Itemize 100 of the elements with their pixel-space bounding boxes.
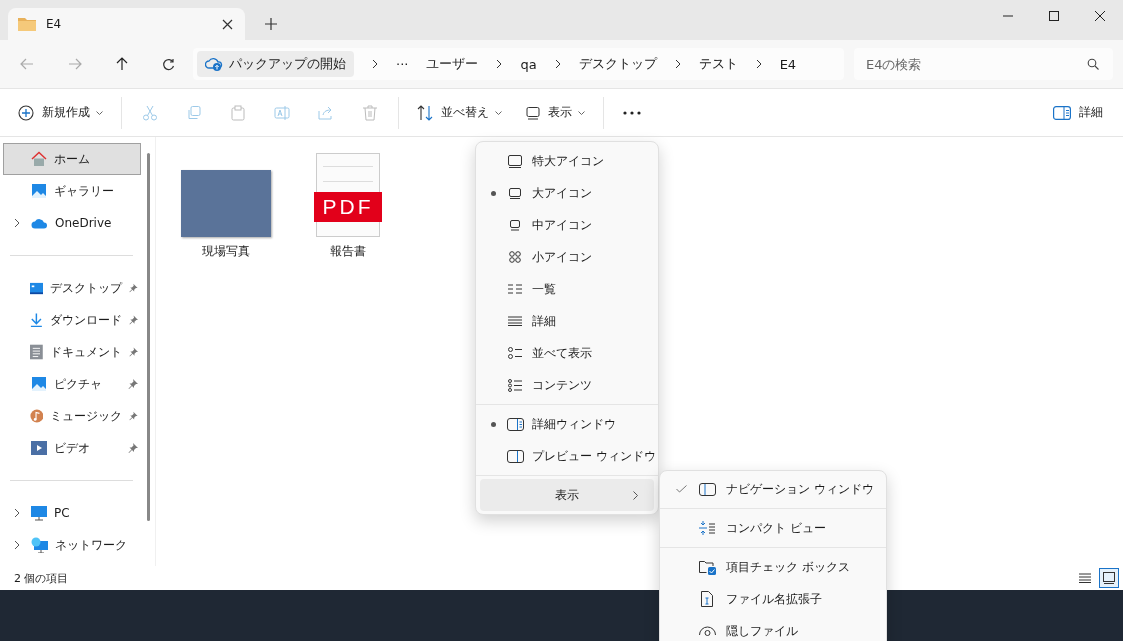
pin-icon[interactable] — [128, 443, 138, 453]
home-icon — [31, 151, 47, 167]
cloud-upload-icon — [205, 56, 223, 72]
pin-icon[interactable] — [129, 283, 138, 293]
item-count: 2 個の項目 — [14, 570, 69, 586]
copy-icon — [186, 104, 202, 121]
grid-icon — [509, 251, 521, 263]
chevron-icon — [755, 59, 762, 69]
sidebar-item[interactable]: ピクチャ — [3, 368, 141, 400]
close-icon — [1095, 11, 1105, 21]
chevron-icon[interactable] — [14, 540, 20, 550]
maximize-icon — [1049, 11, 1059, 21]
cloud-icon — [31, 217, 48, 229]
breadcrumb-item[interactable]: テスト — [698, 55, 738, 73]
toolbar-button[interactable]: 表示 — [516, 95, 595, 130]
scrollbar[interactable] — [147, 153, 150, 521]
list-icon — [508, 284, 522, 294]
chevron-icon[interactable] — [14, 218, 20, 228]
sidebar-item[interactable]: ミュージック — [3, 400, 141, 432]
search-field[interactable]: E4の検索 — [854, 48, 1113, 80]
picture-icon — [31, 376, 47, 392]
tab-title: E4 — [46, 17, 63, 31]
pdf-file-icon: PDF — [316, 153, 380, 237]
chevron-icon — [674, 59, 681, 69]
backup-button[interactable]: パックアップの開始 — [197, 51, 354, 77]
sidebar-item[interactable]: PC — [3, 497, 141, 529]
menu-item[interactable]: 並べて表示 — [480, 337, 654, 369]
pin-icon[interactable] — [128, 379, 138, 389]
plus-circle-icon — [18, 104, 34, 121]
folder-icon — [18, 17, 36, 31]
chevron-icon — [554, 59, 561, 69]
pin-icon[interactable] — [128, 315, 138, 325]
menu-item[interactable]: 詳細 — [480, 305, 654, 337]
new-tab-icon[interactable] — [265, 18, 277, 30]
sidebar-item[interactable]: ギャラリー — [3, 175, 141, 207]
breadcrumb-item[interactable]: デスクトップ — [578, 55, 657, 73]
window-tab[interactable]: E4 — [8, 8, 245, 40]
menu-item[interactable]: ナビゲーション ウィンドウ — [664, 473, 882, 505]
preview-pane-icon — [506, 449, 524, 463]
more-icon — [623, 110, 641, 115]
document-icon — [30, 344, 43, 360]
rename-icon — [274, 104, 290, 121]
sidebar-item[interactable]: OneDrive — [3, 207, 141, 239]
menu-item[interactable]: 中アイコン — [480, 209, 654, 241]
sort-icon — [417, 104, 433, 121]
view-toggle-button[interactable] — [1099, 568, 1119, 588]
chevron-icon — [372, 59, 378, 69]
download-icon — [30, 312, 43, 328]
chevron-icon — [633, 490, 638, 500]
up-icon[interactable] — [116, 57, 128, 71]
toolbar-button[interactable]: 新規作成 — [8, 95, 113, 130]
sidebar-item[interactable]: ホーム — [3, 143, 141, 175]
details-pane-icon — [1053, 105, 1071, 120]
chevron-icon[interactable] — [14, 508, 20, 518]
tiles-icon — [508, 347, 522, 359]
file-item[interactable]: 現場写真 — [178, 149, 274, 260]
menu-item[interactable]: 表示 — [480, 479, 654, 511]
breadcrumb-item[interactable]: ユーザー — [426, 55, 479, 73]
file-extension-icon — [701, 591, 713, 607]
breadcrumb-item[interactable]: E4 — [779, 56, 797, 72]
file-item[interactable]: PDF 報告書 — [300, 149, 396, 260]
sidebar-item[interactable]: ネットワーク — [3, 529, 141, 561]
details-button[interactable]: 詳細 — [1043, 95, 1113, 130]
network-icon — [31, 537, 48, 553]
picture-icon — [31, 183, 47, 199]
details-pane-icon — [506, 417, 524, 431]
menu-item[interactable]: 隠しファイル — [664, 615, 882, 641]
scissors-icon — [142, 104, 158, 121]
desktop-icon — [29, 281, 44, 295]
menu-item[interactable]: 詳細ウィンドウ — [480, 408, 654, 440]
menu-item[interactable]: コンパクト ビュー — [664, 512, 882, 544]
sidebar-item[interactable]: ドキュメント — [3, 336, 141, 368]
address-bar[interactable]: パックアップの開始 ··· ユーザー qa デスクトップ テスト E4 — [193, 48, 844, 80]
eye-icon — [698, 626, 716, 636]
breadcrumb-item[interactable]: qa — [520, 56, 537, 72]
monitor-icon — [526, 105, 540, 120]
large-icon-view-icon — [1103, 572, 1115, 584]
refresh-icon[interactable] — [162, 57, 175, 71]
breadcrumb-overflow[interactable]: ··· — [396, 56, 409, 72]
trash-icon — [362, 104, 378, 121]
sidebar-item[interactable]: ダウンロード — [3, 304, 141, 336]
menu-item[interactable]: 項目チェック ボックス — [664, 551, 882, 583]
menu-item[interactable]: ファイル名拡張子 — [664, 583, 882, 615]
menu-item[interactable]: 小アイコン — [480, 241, 654, 273]
sidebar-item[interactable]: デスクトップ — [3, 272, 141, 304]
sidebar-item[interactable]: ビデオ — [3, 432, 141, 464]
menu-item[interactable]: コンテンツ — [480, 369, 654, 401]
menu-item[interactable]: 特大アイコン — [480, 145, 654, 177]
menu-item[interactable]: 一覧 — [480, 273, 654, 305]
share-icon — [318, 104, 334, 121]
close-tab-icon[interactable] — [222, 18, 233, 30]
pin-icon[interactable] — [129, 411, 138, 421]
list-icon — [508, 316, 522, 326]
monitor-icon — [510, 219, 520, 231]
list-icon — [1079, 573, 1091, 583]
pin-icon[interactable] — [128, 347, 138, 357]
menu-item[interactable]: プレビュー ウィンドウ — [480, 440, 654, 472]
monitor-icon — [508, 154, 522, 168]
toolbar-button[interactable]: 並べ替え — [407, 95, 512, 130]
menu-item[interactable]: 大アイコン — [480, 177, 654, 209]
